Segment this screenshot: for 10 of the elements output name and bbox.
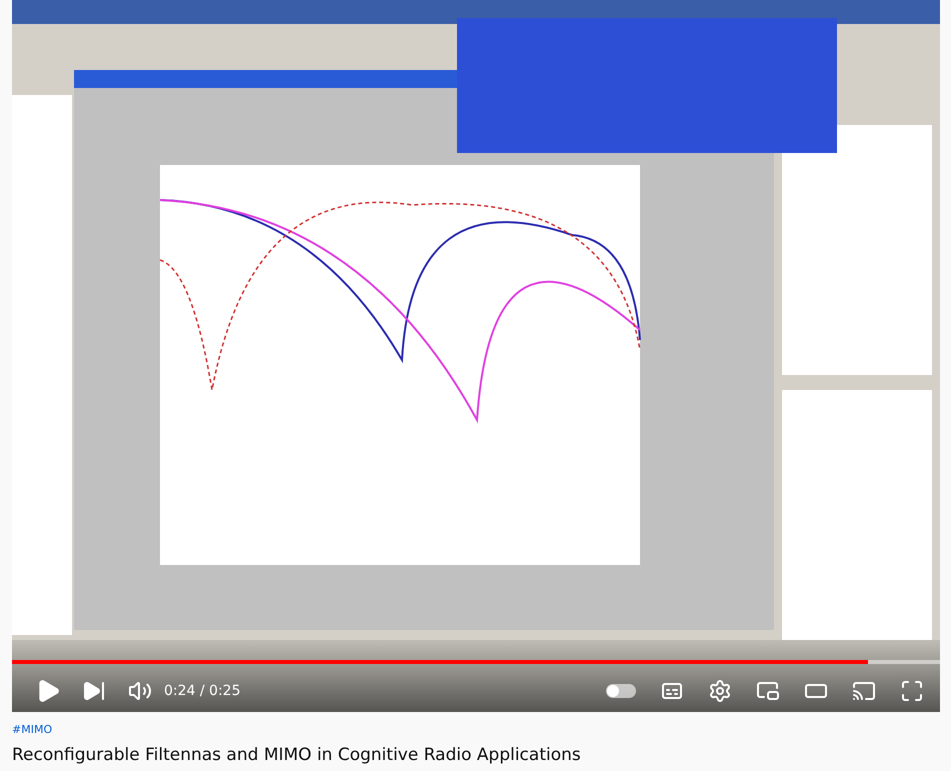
time-display: 0:24 / 0:25 [164, 682, 240, 700]
settings-icon [708, 679, 732, 703]
skip-next-icon [82, 679, 106, 703]
video-title: Reconfigurable Filtennas and MIMO in Cognitive Radio Applications [12, 744, 582, 766]
hashtag-link[interactable]: #MIMO [12, 722, 939, 738]
cast-icon [852, 679, 876, 703]
volume-icon [128, 679, 152, 703]
miniplayer-icon [756, 679, 780, 703]
autoplay-toggle[interactable] [606, 684, 636, 698]
fullscreen-icon [900, 679, 924, 703]
